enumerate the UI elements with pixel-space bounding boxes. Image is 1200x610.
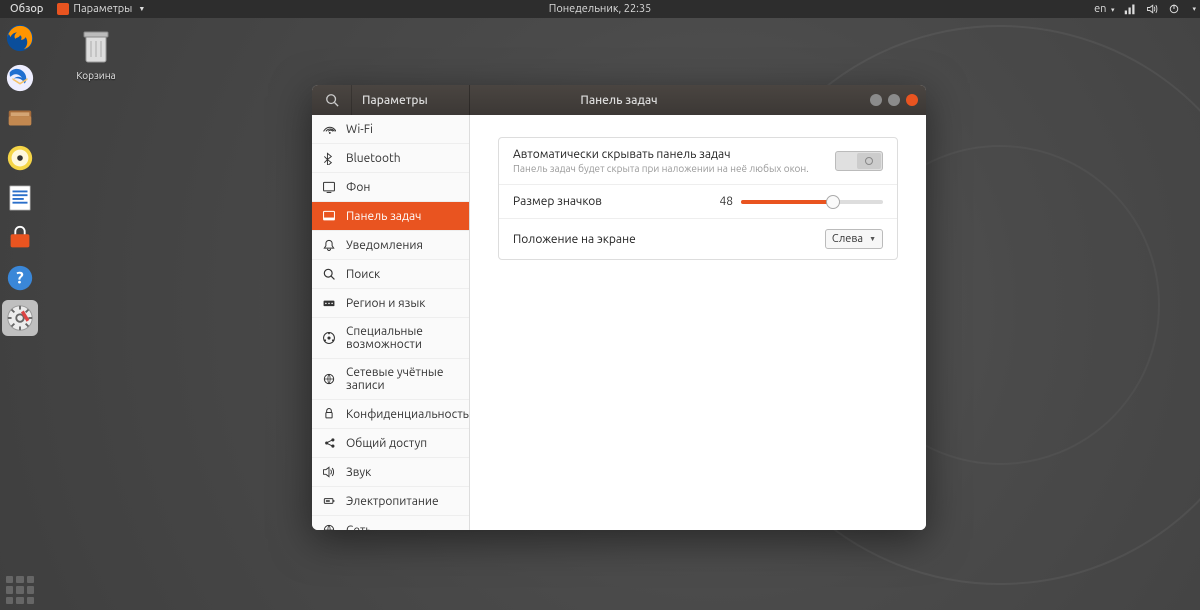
icon-size-slider[interactable]: [741, 200, 883, 204]
window-close-button[interactable]: [906, 94, 918, 106]
volume-icon[interactable]: [1146, 3, 1158, 15]
position-label: Положение на экране: [513, 233, 825, 246]
sidebar-item-7[interactable]: Специальные возможности: [312, 318, 469, 359]
dock: ?: [2, 20, 38, 336]
sidebar-item-icon: [322, 331, 336, 345]
sidebar-item-icon: [322, 209, 336, 223]
app-menu-label: Параметры: [73, 3, 132, 15]
slider-handle[interactable]: [826, 195, 840, 209]
setting-position-row: Положение на экране Слева ▼: [499, 219, 897, 259]
sidebar-item-icon: [322, 296, 336, 310]
icon-size-label: Размер значков: [513, 195, 713, 208]
dock-help[interactable]: ?: [2, 260, 38, 296]
sidebar-item-3[interactable]: Панель задач: [312, 202, 469, 231]
sidebar-item-icon: [322, 238, 336, 252]
autohide-toggle[interactable]: [835, 151, 883, 171]
sidebar-item-4[interactable]: Уведомления: [312, 231, 469, 260]
sidebar-item-12[interactable]: Электропитание: [312, 487, 469, 516]
sidebar-item-13[interactable]: Сеть: [312, 516, 469, 530]
sidebar-item-0[interactable]: Wi-Fi: [312, 115, 469, 144]
sidebar-item-label: Панель задач: [346, 210, 421, 223]
sidebar-item-icon: [322, 372, 336, 386]
dock-firefox[interactable]: [2, 20, 38, 56]
svg-text:?: ?: [16, 269, 23, 288]
sidebar-item-label: Wi-Fi: [346, 123, 373, 136]
sidebar-item-label: Специальные возможности: [346, 325, 459, 351]
sidebar-item-label: Звук: [346, 466, 371, 479]
chevron-down-icon: ▼: [138, 5, 145, 13]
sidebar-item-5[interactable]: Поиск: [312, 260, 469, 289]
autohide-subtitle: Панель задач будет скрыта при наложении …: [513, 163, 835, 174]
sidebar-item-1[interactable]: Bluetooth: [312, 144, 469, 173]
settings-window: Параметры Панель задач Wi-Fi Bluetooth Фон…: [312, 85, 926, 530]
sidebar-item-11[interactable]: Звук: [312, 458, 469, 487]
network-icon[interactable]: [1124, 3, 1136, 15]
settings-app-icon: [57, 3, 69, 15]
sidebar-item-icon: [322, 180, 336, 194]
sidebar-item-10[interactable]: Общий доступ: [312, 429, 469, 458]
trash-label: Корзина: [66, 70, 126, 81]
sidebar-item-6[interactable]: Регион и язык: [312, 289, 469, 318]
window-minimize-button[interactable]: [870, 94, 882, 106]
sidebar-item-label: Уведомления: [346, 239, 423, 252]
sidebar-item-icon: [322, 122, 336, 136]
position-value: Слева: [832, 233, 863, 245]
show-applications-button[interactable]: [6, 576, 34, 604]
trash-desktop-icon[interactable]: Корзина: [66, 28, 126, 81]
dock-thunderbird[interactable]: [2, 60, 38, 96]
sidebar-item-label: Bluetooth: [346, 152, 401, 165]
position-dropdown[interactable]: Слева ▼: [825, 229, 883, 249]
power-icon[interactable]: [1168, 3, 1180, 15]
clock[interactable]: Понедельник, 22:35: [549, 3, 652, 15]
dock-software[interactable]: [2, 220, 38, 256]
sidebar-title: Параметры: [352, 94, 469, 107]
dock-settings[interactable]: [2, 300, 38, 336]
sidebar-item-icon: [322, 494, 336, 508]
app-menu[interactable]: Параметры ▼: [57, 3, 145, 15]
sidebar-item-icon: [322, 267, 336, 281]
sidebar-item-icon: [322, 407, 336, 421]
setting-autohide-row: Автоматически скрывать панель задач Пане…: [499, 138, 897, 185]
sidebar-item-icon: [322, 465, 336, 479]
top-panel: Обзор Параметры ▼ Понедельник, 22:35 en …: [0, 0, 1200, 18]
sidebar-item-9[interactable]: Конфиденциальность: [312, 400, 469, 429]
sidebar-item-label: Сеть: [346, 524, 372, 531]
keyboard-layout-indicator[interactable]: en ▾: [1094, 3, 1114, 15]
settings-sidebar: Wi-Fi Bluetooth Фон Панель задач Уведомления…: [312, 115, 470, 530]
toggle-knob: [857, 153, 881, 169]
sidebar-item-8[interactable]: Сетевые учётные записи: [312, 359, 469, 400]
sidebar-item-label: Конфиденциальность: [346, 408, 469, 421]
sidebar-item-icon: [322, 523, 336, 530]
sidebar-search-button[interactable]: [312, 85, 352, 115]
sidebar-item-label: Электропитание: [346, 495, 439, 508]
chevron-down-icon: ▾: [1192, 5, 1196, 13]
sidebar-item-label: Поиск: [346, 268, 380, 281]
window-title: Панель задач: [580, 94, 657, 107]
window-titlebar[interactable]: Параметры Панель задач: [312, 85, 926, 115]
dock-libreoffice-writer[interactable]: [2, 180, 38, 216]
sidebar-item-2[interactable]: Фон: [312, 173, 469, 202]
sidebar-item-label: Фон: [346, 181, 370, 194]
sidebar-item-label: Регион и язык: [346, 297, 425, 310]
sidebar-item-label: Общий доступ: [346, 437, 427, 450]
window-maximize-button[interactable]: [888, 94, 900, 106]
system-indicators[interactable]: en ▾ ▾: [1094, 3, 1196, 15]
chevron-down-icon: ▼: [869, 235, 876, 243]
setting-icon-size-row: Размер значков 48: [499, 185, 897, 219]
sidebar-item-icon: [322, 151, 336, 165]
dock-rhythmbox[interactable]: [2, 140, 38, 176]
settings-group: Автоматически скрывать панель задач Пане…: [498, 137, 898, 260]
autohide-title: Автоматически скрывать панель задач: [513, 148, 835, 161]
sidebar-item-label: Сетевые учётные записи: [346, 366, 459, 392]
sidebar-item-icon: [322, 436, 336, 450]
dock-files[interactable]: [2, 100, 38, 136]
chevron-down-icon: ▾: [1111, 6, 1115, 14]
settings-content: Автоматически скрывать панель задач Пане…: [470, 115, 926, 530]
activities-button[interactable]: Обзор: [4, 3, 49, 15]
icon-size-value: 48: [713, 195, 733, 208]
